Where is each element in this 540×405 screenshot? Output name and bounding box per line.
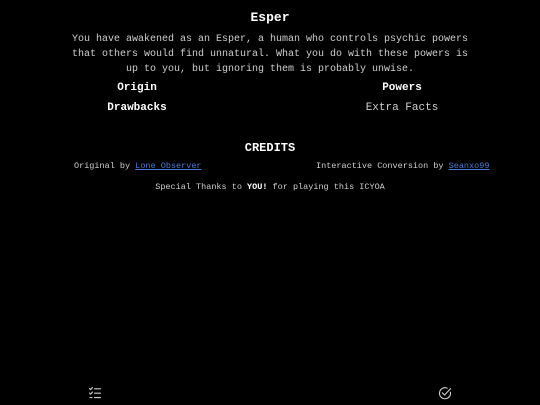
credit-original: Original by Lone Observer <box>74 161 202 171</box>
nav-drawbacks[interactable]: Drawbacks <box>57 102 217 114</box>
intro-text: You have awakened as an Esper, a human w… <box>71 34 469 75</box>
nav-powers[interactable]: Powers <box>322 82 482 94</box>
checklist-icon[interactable] <box>88 386 102 400</box>
conversion-author-link[interactable]: Seanxo99 <box>449 161 490 171</box>
credits-title: CREDITS <box>244 141 296 155</box>
page-title: Esper <box>250 10 290 25</box>
nav-origin[interactable]: Origin <box>57 82 217 94</box>
credit-conversion: Interactive Conversion by Seanxo99 <box>316 161 489 171</box>
original-author-link[interactable]: Lone Observer <box>135 161 201 171</box>
special-thanks: Special Thanks to YOU! for playing this … <box>0 182 540 192</box>
credit-conversion-prefix: Interactive Conversion by <box>316 161 449 171</box>
credit-original-prefix: Original by <box>74 161 136 171</box>
check-circle-icon[interactable] <box>438 386 452 400</box>
nav-extra-facts[interactable]: Extra Facts <box>322 102 482 114</box>
page: Esper You have awakened as an Esper, a h… <box>0 0 540 405</box>
thanks-you: YOU! <box>247 182 268 192</box>
thanks-suffix: for playing this ICYOA <box>267 182 385 192</box>
thanks-prefix: Special Thanks to <box>155 182 248 192</box>
